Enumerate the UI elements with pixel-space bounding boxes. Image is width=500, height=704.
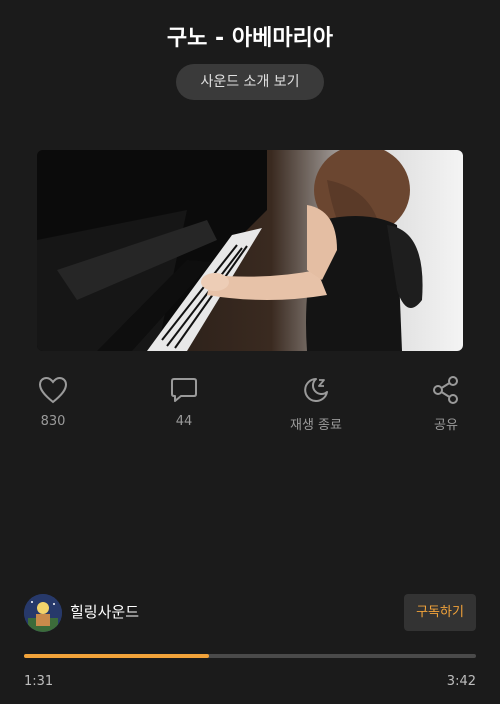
channel-name[interactable]: 힐링사운드	[70, 601, 139, 622]
playback-progress-fill	[24, 654, 210, 658]
piano-player-image	[37, 150, 463, 351]
channel-avatar[interactable]	[24, 594, 62, 632]
sound-intro-button[interactable]: 사운드 소개 보기	[176, 64, 324, 100]
total-time: 3:42	[446, 674, 476, 689]
sleep-timer-label: 재생 종료	[290, 418, 342, 433]
action-bar: 830 44 재생 종료 공유	[0, 374, 500, 434]
playback-progress-bar[interactable]	[24, 654, 476, 658]
comment-icon	[144, 374, 224, 406]
share-icon	[406, 374, 486, 406]
like-count: 830	[40, 414, 66, 429]
heart-icon	[13, 374, 93, 406]
moon-sleep-icon	[276, 374, 356, 406]
song-title: 구노 - 아베마리아	[166, 26, 334, 51]
share-action[interactable]: 공유	[406, 374, 486, 433]
sleep-timer-action[interactable]: 재생 종료	[276, 374, 356, 433]
share-label: 공유	[434, 418, 458, 433]
channel-row: 힐링사운드 구독하기	[24, 594, 476, 632]
like-action[interactable]: 830	[13, 374, 93, 429]
subscribe-button[interactable]: 구독하기	[404, 594, 476, 631]
video-thumbnail[interactable]	[37, 150, 463, 351]
current-time: 1:31	[24, 674, 54, 689]
comment-action[interactable]: 44	[144, 374, 224, 429]
comment-count: 44	[175, 414, 193, 429]
